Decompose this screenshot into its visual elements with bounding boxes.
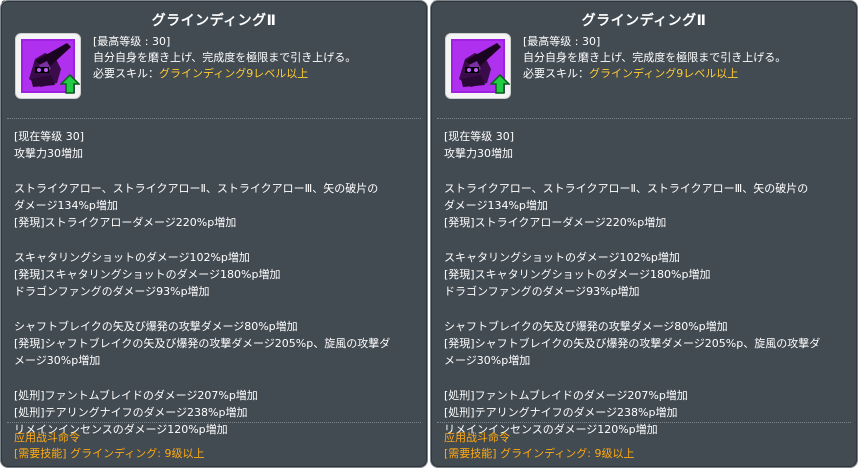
effect-line: ストライクアロー、ストライクアローⅡ、ストライクアローⅢ、矢の破片の (444, 182, 809, 195)
divider (437, 422, 851, 423)
effect-line: [処刑]ファントムブレイドのダメージ207%p増加 (444, 389, 688, 402)
required-skill-note: [需要技能] グラインディング: 9级以上 (444, 447, 635, 460)
required-skill: 必要スキル：グラインディング9レベル以上 (523, 66, 786, 82)
effect-line: [现在等级 30] (444, 130, 515, 143)
divider (437, 118, 851, 119)
required-value: グラインディング9レベル以上 (159, 67, 309, 80)
divider (7, 422, 421, 423)
green-up-arrow-icon (60, 74, 80, 94)
effect-line: [発現]ストライクアローダメージ220%p増加 (444, 216, 667, 229)
effect-line: シャフトブレイクの矢及び爆発の攻撃ダメージ80%p増加 (14, 320, 298, 333)
skill-effects: [现在等级 30] 攻撃力30増加ストライクアロー、ストライクアローⅡ、ストライク… (444, 128, 849, 438)
effect-line: 攻撃力30増加 (14, 147, 83, 160)
skill-effects: [现在等级 30] 攻撃力30増加ストライクアロー、ストライクアローⅡ、ストライク… (14, 128, 419, 438)
effect-line: [発現]シャフトブレイクの矢及び爆発の攻撃ダメージ205%p、旋風の攻撃ダ (14, 337, 391, 350)
skill-icon-frame (15, 33, 81, 99)
effect-line: [発現]ストライクアローダメージ220%p増加 (14, 216, 237, 229)
skill-title: グラインディングⅡ (581, 13, 707, 29)
effect-line: [発現]スキャタリングショットのダメージ180%p増加 (14, 268, 281, 281)
skill-tooltip-left: グラインディングⅡ [最高等级 : 30] 自分自身を磨き上げ、完成度を極限まで… (0, 0, 428, 468)
required-skill-note: [需要技能] グラインディング: 9级以上 (14, 447, 205, 460)
effect-line: ダメージ134%p増加 (14, 199, 118, 212)
skill-description: [最高等级 : 30] 自分自身を磨き上げ、完成度を極限まで引き上げる。 必要ス… (523, 34, 786, 82)
required-value: グラインディング9レベル以上 (589, 67, 739, 80)
effect-line: [现在等级 30] (14, 130, 85, 143)
effect-line: ダメージ134%p増加 (444, 199, 548, 212)
effect-line: [発現]スキャタリングショットのダメージ180%p増加 (444, 268, 711, 281)
effect-line: 攻撃力30増加 (444, 147, 513, 160)
skill-footer: 应用战斗命令 [需要技能] グラインディング: 9级以上 (14, 430, 205, 462)
effect-line: ストライクアロー、ストライクアローⅡ、ストライクアローⅢ、矢の破片の (14, 182, 379, 195)
effect-line: [発現]シャフトブレイクの矢及び爆発の攻撃ダメージ205%p、旋風の攻撃ダ (444, 337, 821, 350)
battle-order-note: 应用战斗命令 (444, 431, 510, 444)
skill-title: グラインディングⅡ (151, 13, 277, 29)
green-up-arrow-icon (490, 74, 510, 94)
skill-footer: 应用战斗命令 [需要技能] グラインディング: 9级以上 (444, 430, 635, 462)
effect-line: [処刑]テアリングナイフのダメージ238%p増加 (444, 406, 678, 419)
effect-line: スキャタリングショットのダメージ102%p増加 (444, 251, 680, 264)
skill-tooltip-right: グラインディングⅡ [最高等级 : 30] 自分自身を磨き上げ、完成度を極限まで… (430, 0, 858, 468)
max-level: [最高等级 : 30] (523, 35, 601, 48)
battle-order-note: 应用战斗命令 (14, 431, 80, 444)
required-skill: 必要スキル：グラインディング9レベル以上 (93, 66, 356, 82)
effect-line: スキャタリングショットのダメージ102%p増加 (14, 251, 250, 264)
description-text: 自分自身を磨き上げ、完成度を極限まで引き上げる。 (523, 51, 787, 64)
required-label: 必要スキル： (93, 67, 159, 80)
effect-line: シャフトブレイクの矢及び爆発の攻撃ダメージ80%p増加 (444, 320, 728, 333)
max-level: [最高等级 : 30] (93, 35, 171, 48)
effect-line: メージ30%p増加 (14, 354, 101, 367)
description-text: 自分自身を磨き上げ、完成度を極限まで引き上げる。 (93, 51, 357, 64)
effect-line: メージ30%p増加 (444, 354, 531, 367)
divider (7, 118, 421, 119)
effect-line: [処刑]テアリングナイフのダメージ238%p増加 (14, 406, 248, 419)
skill-description: [最高等级 : 30] 自分自身を磨き上げ、完成度を極限まで引き上げる。 必要ス… (93, 34, 356, 82)
required-label: 必要スキル： (523, 67, 589, 80)
effect-line: ドラゴンファングのダメージ93%p増加 (444, 285, 640, 298)
effect-line: ドラゴンファングのダメージ93%p増加 (14, 285, 210, 298)
effect-line: [処刑]ファントムブレイドのダメージ207%p増加 (14, 389, 258, 402)
skill-icon-frame (445, 33, 511, 99)
